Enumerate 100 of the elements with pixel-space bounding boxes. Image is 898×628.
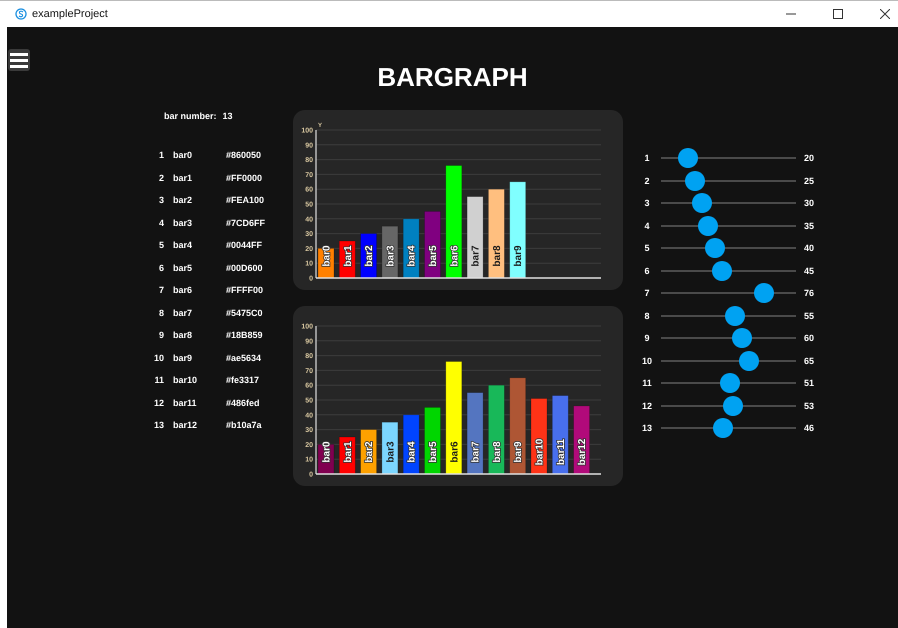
- bar-name: bar6: [173, 285, 194, 296]
- slider-label: 5: [643, 243, 650, 254]
- bar-label: bar11: [556, 438, 567, 466]
- slider-thumb[interactable]: [720, 373, 740, 394]
- row-index: 8: [158, 308, 164, 318]
- slider-value: 76: [804, 288, 814, 298]
- bar-name: bar10: [173, 375, 198, 386]
- bar-label: bar6: [449, 441, 460, 463]
- bar: [382, 422, 398, 474]
- bar-label: bar7: [470, 441, 482, 463]
- slider-label: 8: [643, 310, 650, 321]
- slider-thumb[interactable]: [754, 283, 774, 304]
- slider-value: 55: [804, 310, 814, 321]
- slider-value: 40: [804, 243, 814, 254]
- bar-label: bar8: [492, 441, 503, 463]
- bar: [402, 414, 420, 474]
- slider-label: 10: [640, 356, 653, 366]
- bar-name: bar8: [173, 330, 194, 340]
- slider-label: 9: [643, 333, 650, 344]
- slider-label: 11: [641, 378, 653, 388]
- slider-thumb[interactable]: [712, 260, 732, 281]
- slider-value: 30: [804, 198, 814, 208]
- slider-value: 20: [804, 153, 814, 164]
- bar-label: bar0: [322, 245, 332, 267]
- bar: [573, 406, 590, 474]
- slider-value: 46: [804, 423, 814, 434]
- color-code: #FFFF00: [226, 285, 264, 296]
- slider-thumb[interactable]: [705, 238, 725, 258]
- color-code: #7CD6FF: [226, 218, 266, 228]
- row-index: 4: [158, 218, 164, 228]
- bar-number-value: 13: [222, 111, 233, 121]
- bar: [338, 240, 356, 278]
- color-code: #0044FF: [226, 240, 262, 250]
- row-index: 13: [152, 420, 164, 430]
- bar-name: bar12: [173, 420, 198, 430]
- color-code: #00D600: [226, 262, 263, 273]
- row-index: 3: [158, 195, 164, 206]
- slider-thumb[interactable]: [678, 148, 698, 168]
- bar-label: bar4: [406, 245, 418, 267]
- bar-label: bar10: [534, 438, 546, 466]
- color-code: #b10a7a: [226, 420, 262, 430]
- maximize-icon[interactable]: [833, 9, 843, 19]
- bar-label: bar3: [385, 245, 396, 267]
- slider-label: 4: [643, 220, 650, 231]
- window-title: exampleProject: [32, 8, 108, 20]
- slider-value: 35: [804, 220, 814, 231]
- bar: [338, 436, 356, 474]
- slider-thumb[interactable]: [713, 418, 734, 438]
- row-index: 6: [158, 262, 164, 273]
- row-index: 10: [152, 352, 164, 363]
- row-index: 9: [158, 330, 164, 340]
- bar-label: bar7: [470, 245, 482, 267]
- page-title: BARGRAPH: [376, 61, 529, 92]
- row-index: 1: [158, 150, 164, 160]
- bar: [424, 211, 441, 278]
- bar-name: bar0: [173, 150, 194, 160]
- row-index: 2: [158, 172, 164, 183]
- bar-label: bar9: [513, 245, 524, 267]
- bar-name: bar5: [173, 262, 194, 273]
- slider-thumb[interactable]: [738, 350, 759, 371]
- slider-thumb[interactable]: [692, 193, 712, 214]
- bar: [382, 226, 398, 278]
- slider-thumb[interactable]: [722, 396, 743, 416]
- slider-value: 53: [804, 400, 814, 411]
- app-icon: [15, 8, 27, 20]
- bar-name: bar2: [173, 195, 194, 206]
- slider-label: 2: [643, 176, 650, 186]
- color-code: #FEA100: [226, 195, 264, 206]
- slider-thumb[interactable]: [732, 328, 752, 348]
- bar-name: bar9: [173, 352, 194, 363]
- bar-name: bar7: [173, 308, 194, 318]
- slider-label: 7: [643, 288, 650, 298]
- slider-label: 1: [643, 153, 650, 164]
- bar-label: bar5: [428, 245, 439, 267]
- slider-thumb[interactable]: [725, 306, 746, 326]
- row-index: 7: [158, 285, 164, 296]
- bar-label: bar1: [342, 245, 354, 267]
- slider-value: 51: [804, 378, 814, 388]
- bar: [360, 233, 377, 278]
- slider-thumb[interactable]: [698, 216, 718, 236]
- bar: [402, 218, 420, 278]
- menu-button[interactable]: [8, 49, 30, 71]
- bar-label: bar2: [364, 441, 376, 463]
- menu-icon: [10, 52, 28, 68]
- bar-label: bar1: [342, 441, 354, 463]
- row-index: 11: [153, 375, 164, 386]
- row-index: 12: [152, 398, 164, 408]
- color-code: #FF0000: [226, 172, 262, 183]
- bar-label: bar3: [385, 441, 396, 463]
- bar-name: bar4: [173, 240, 194, 250]
- bar-label: bar8: [492, 245, 503, 267]
- bar-name: bar1: [173, 172, 194, 183]
- bar-label: bar6: [449, 245, 460, 267]
- slider-thumb[interactable]: [684, 170, 705, 191]
- slider-label: 12: [640, 400, 653, 411]
- slider-label: 13: [640, 423, 653, 434]
- bar-name: bar3: [173, 218, 194, 228]
- close-icon[interactable]: [880, 9, 890, 19]
- bar-name: bar11: [173, 398, 198, 408]
- slider-value: 60: [804, 333, 814, 344]
